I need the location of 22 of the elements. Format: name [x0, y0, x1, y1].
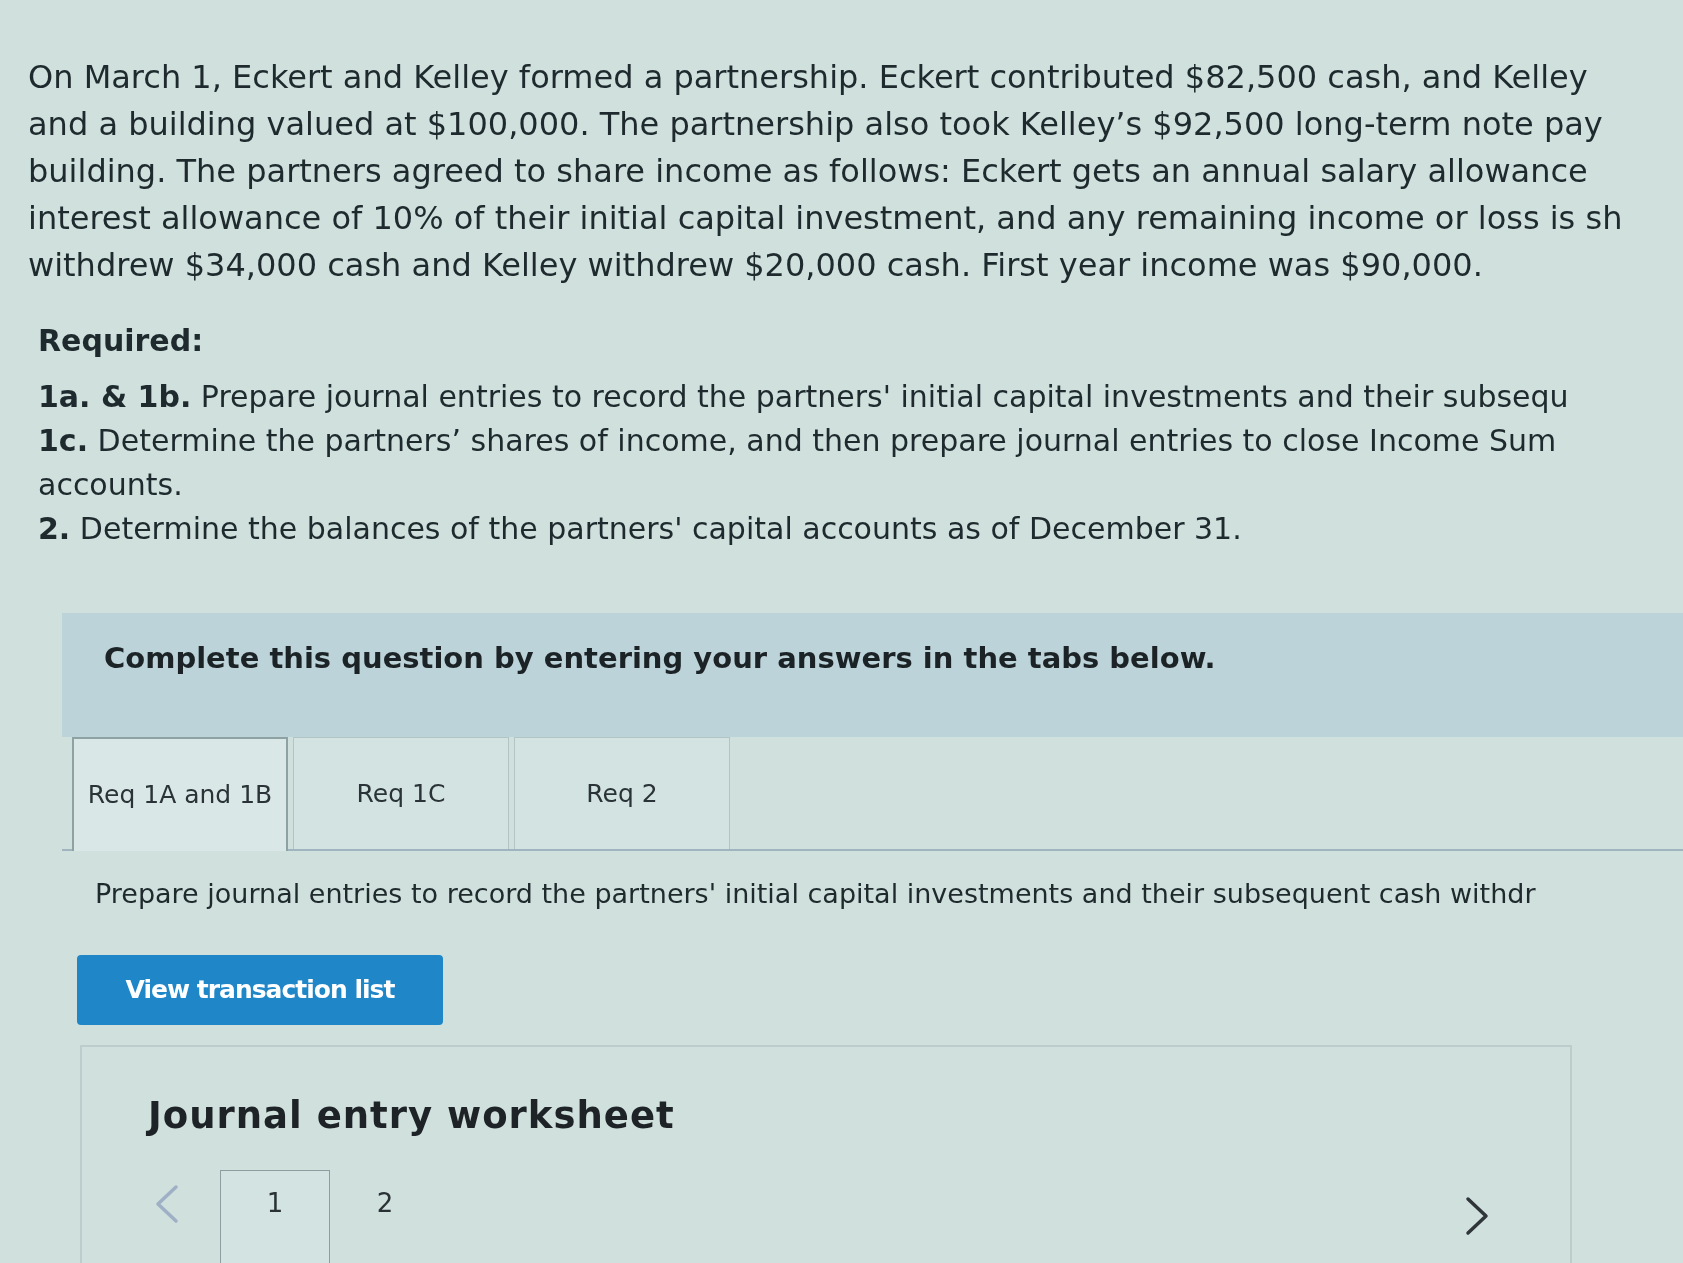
- required-heading: Required:: [38, 322, 204, 360]
- tab-instruction-text: Prepare journal entries to record the partners' initial capital investments and their subsequent cash withdr: [95, 877, 1536, 911]
- requirement-tab[interactable]: Req 1A and 1B: [72, 737, 288, 851]
- requirement-text-line: 1a. & 1b. Prepare journal entries to record the partners' initial capital investments and their subsequ: [38, 378, 1569, 416]
- page-number-tab[interactable]: 1: [220, 1170, 330, 1263]
- requirement-tab[interactable]: Req 1C: [293, 737, 509, 849]
- chevron-left-icon: [154, 1184, 180, 1224]
- worksheet-title: Journal entry worksheet: [148, 1093, 675, 1139]
- problem-text-line: interest allowance of 10% of their initial capital investment, and any remaining income or loss is sh: [28, 198, 1623, 239]
- requirement-tab[interactable]: Req 2: [514, 737, 730, 849]
- requirement-text-line: accounts.: [38, 466, 183, 504]
- chevron-right-icon: [1464, 1196, 1490, 1236]
- requirement-text-line: 1c. Determine the partners’ shares of income, and then prepare journal entries to close Income Sum: [38, 422, 1557, 460]
- problem-text-line: On March 1, Eckert and Kelley formed a partnership. Eckert contributed $82,500 cash, and Kelley: [28, 57, 1588, 98]
- requirement-text-line: 2. Determine the balances of the partners' capital accounts as of December 31.: [38, 510, 1242, 548]
- next-page-button[interactable]: [1464, 1196, 1490, 1236]
- view-transaction-list-button[interactable]: View transaction list: [77, 955, 443, 1025]
- problem-text-line: and a building valued at $100,000. The partnership also took Kelley’s $92,500 long-term note pay: [28, 104, 1603, 145]
- page-number-tab[interactable]: 2: [330, 1170, 440, 1263]
- instruction-text: Complete this question by entering your answers in the tabs below.: [104, 640, 1216, 677]
- problem-text-line: building. The partners agreed to share income as follows: Eckert gets an annual salary allowance: [28, 151, 1588, 192]
- problem-text-line: withdrew $34,000 cash and Kelley withdrew $20,000 cash. First year income was $90,000.: [28, 245, 1483, 286]
